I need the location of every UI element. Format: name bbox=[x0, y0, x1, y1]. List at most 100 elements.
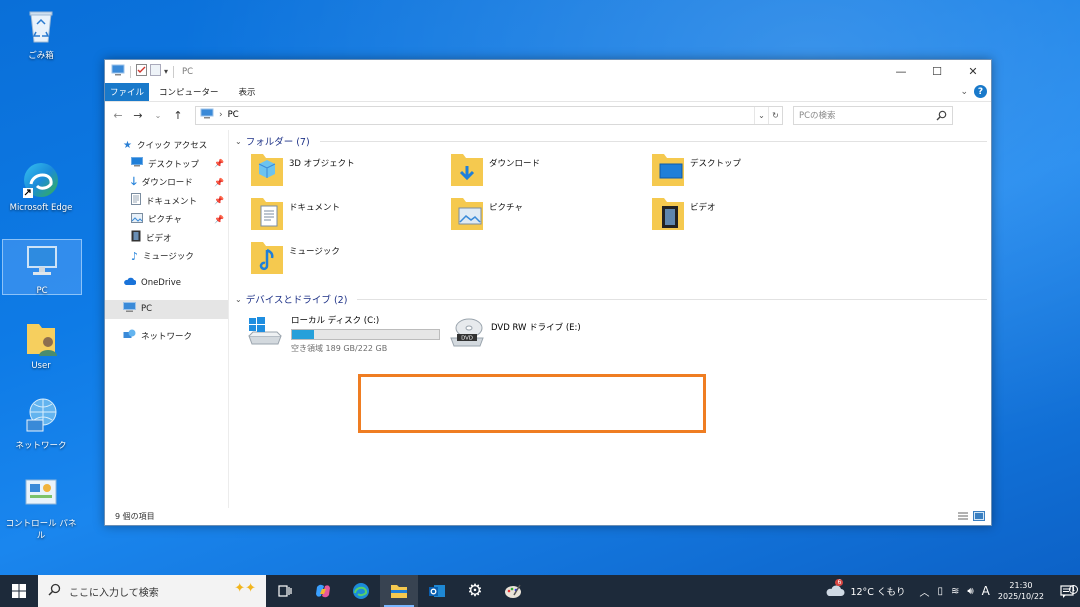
nav-downloads[interactable]: 🡓 ダウンロード 📌 bbox=[105, 173, 228, 192]
refresh-icon[interactable]: ↻ bbox=[768, 106, 782, 124]
edge-icon bbox=[21, 160, 61, 200]
folder-desktop[interactable]: デスクトップ bbox=[650, 150, 741, 188]
outlook-taskbar-button[interactable] bbox=[418, 575, 456, 607]
title-bar[interactable]: ▾ PC — ☐ ✕ bbox=[105, 60, 991, 83]
nav-pictures[interactable]: ピクチャ 📌 bbox=[105, 210, 228, 229]
drive-free-space: 空き領域 189 GB/222 GB bbox=[291, 344, 388, 353]
desktop-icon-recycle-bin[interactable]: ごみ箱 bbox=[4, 6, 78, 61]
sparkle-icon: ✦✦ bbox=[234, 581, 256, 596]
explorer-window[interactable]: ▾ PC — ☐ ✕ ファイル コンピューター 表示 ⌄ ? ← → ⌄ ↑ ›… bbox=[104, 59, 992, 526]
customize-dropdown-icon[interactable]: ▾ bbox=[164, 67, 168, 76]
folder-music[interactable]: ミュージック bbox=[249, 238, 340, 276]
drive-e[interactable]: DVD DVD RW ドライブ (E:) bbox=[449, 318, 581, 353]
notification-count: 1 bbox=[1069, 584, 1078, 594]
status-bar: 9 個の項目 bbox=[105, 508, 991, 525]
folder-3d-objects[interactable]: 3D オブジェクト bbox=[249, 150, 355, 188]
folder-downloads[interactable]: ダウンロード bbox=[449, 150, 540, 188]
drives-highlight-box bbox=[358, 374, 706, 433]
outlook-icon bbox=[429, 585, 445, 597]
clock-date: 2025/10/22 bbox=[997, 592, 1044, 601]
cloud-icon bbox=[123, 277, 137, 289]
chevron-up-icon[interactable]: ︿ bbox=[919, 584, 929, 599]
folders-group-header[interactable]: ⌄ フォルダー (7) bbox=[235, 132, 991, 150]
copilot-button[interactable] bbox=[304, 575, 342, 607]
weather-widget[interactable]: 6 12°C くもり bbox=[825, 578, 905, 600]
user-folder-icon bbox=[21, 318, 61, 358]
minimize-button[interactable]: — bbox=[883, 60, 919, 83]
maximize-button[interactable]: ☐ bbox=[919, 60, 955, 83]
clock[interactable]: 21:30 2025/10/22 bbox=[998, 580, 1044, 602]
dvd-drive-icon: DVD bbox=[449, 318, 485, 353]
nav-network[interactable]: ネットワーク bbox=[105, 327, 228, 346]
forward-arrow-icon[interactable]: → bbox=[131, 109, 145, 122]
folder-documents[interactable]: ドキュメント bbox=[249, 194, 340, 232]
close-button[interactable]: ✕ bbox=[955, 60, 991, 83]
picture-icon bbox=[131, 212, 143, 226]
document-icon bbox=[131, 193, 141, 208]
network-icon bbox=[21, 396, 61, 436]
nav-documents[interactable]: ドキュメント 📌 bbox=[105, 192, 228, 211]
search-input[interactable]: PCの検索 bbox=[793, 105, 953, 125]
properties-icon[interactable] bbox=[136, 64, 147, 79]
edge-taskbar-button[interactable] bbox=[342, 575, 380, 607]
ribbon-expand-chevron-icon[interactable]: ⌄ bbox=[960, 87, 968, 97]
tab-file[interactable]: ファイル bbox=[105, 83, 149, 101]
chevron-down-icon: ⌄ bbox=[235, 136, 242, 146]
desktop-icon-network[interactable]: ネットワーク bbox=[4, 396, 78, 451]
file-explorer-taskbar-button[interactable] bbox=[380, 575, 418, 607]
nav-videos[interactable]: ビデオ bbox=[105, 229, 228, 248]
recent-locations-chevron-icon[interactable]: ⌄ bbox=[151, 111, 165, 120]
task-view-icon bbox=[278, 585, 292, 597]
paint-taskbar-button[interactable] bbox=[494, 575, 532, 607]
nav-quick-access[interactable]: ★ クイック アクセス bbox=[105, 136, 228, 155]
new-folder-icon[interactable] bbox=[150, 64, 161, 79]
recycle-bin-icon bbox=[21, 6, 61, 46]
nav-pc[interactable]: PC bbox=[105, 300, 228, 319]
gear-icon: ⚙ bbox=[467, 581, 483, 601]
start-button[interactable] bbox=[0, 575, 38, 607]
desktop-icon-edge[interactable]: Microsoft Edge bbox=[4, 160, 78, 213]
search-placeholder: PCの検索 bbox=[799, 111, 836, 121]
navigation-pane: ★ クイック アクセス デスクトップ 📌 🡓 ダウンロード 📌 ドキュメント 📌 bbox=[105, 130, 229, 508]
nav-label: デスクトップ bbox=[148, 159, 200, 170]
network-icon bbox=[123, 329, 136, 343]
tab-computer[interactable]: コンピューター bbox=[149, 83, 229, 101]
drive-c[interactable]: ローカル ディスク (C:) 空き領域 189 GB/222 GB bbox=[245, 314, 440, 354]
desktop-icon-pc[interactable]: PC bbox=[2, 239, 82, 296]
volume-icon[interactable]: 🔊︎ bbox=[967, 586, 973, 597]
up-arrow-icon[interactable]: ↑ bbox=[171, 109, 185, 122]
tab-view[interactable]: 表示 bbox=[229, 83, 266, 101]
group-title: デバイスとドライブ (2) bbox=[245, 295, 348, 306]
address-bar[interactable]: › PC ⌄ ↻ bbox=[195, 105, 783, 125]
desktop-icon-user[interactable]: User bbox=[4, 318, 78, 371]
nav-label: ドキュメント bbox=[146, 196, 198, 207]
task-view-button[interactable] bbox=[266, 575, 304, 607]
pin-icon: 📌 bbox=[214, 177, 224, 187]
breadcrumb-pc[interactable]: PC bbox=[228, 110, 239, 120]
folder-pictures[interactable]: ピクチャ bbox=[449, 194, 523, 232]
settings-taskbar-button[interactable]: ⚙ bbox=[456, 575, 494, 607]
nav-onedrive[interactable]: OneDrive bbox=[105, 274, 228, 293]
drives-group-header[interactable]: ⌄ デバイスとドライブ (2) bbox=[235, 290, 991, 308]
desktop-icon-control-panel[interactable]: コントロール パネル bbox=[4, 474, 78, 541]
help-icon[interactable]: ? bbox=[974, 85, 987, 98]
large-icons-view-icon[interactable] bbox=[973, 511, 985, 523]
back-arrow-icon[interactable]: ← bbox=[111, 109, 125, 122]
taskbar-search-input[interactable]: ここに入力して検索 ✦✦ bbox=[38, 575, 266, 607]
nav-music[interactable]: ♪ ミュージック bbox=[105, 247, 228, 266]
nav-label: ダウンロード bbox=[141, 178, 193, 189]
wifi-icon[interactable]: ≋ bbox=[951, 586, 959, 597]
details-view-icon[interactable] bbox=[957, 511, 969, 523]
desktop-icon-label: コントロール パネル bbox=[5, 519, 77, 541]
battery-icon[interactable]: ▯ bbox=[937, 586, 943, 597]
nav-desktop[interactable]: デスクトップ 📌 bbox=[105, 155, 228, 174]
folder-videos[interactable]: ビデオ bbox=[650, 194, 716, 232]
copilot-icon bbox=[316, 584, 330, 598]
ime-mode[interactable]: A bbox=[982, 584, 990, 598]
control-panel-icon bbox=[21, 474, 61, 514]
chevron-down-icon: ⌄ bbox=[235, 294, 242, 304]
address-dropdown-icon[interactable]: ⌄ bbox=[754, 106, 768, 124]
notification-center-button[interactable]: 1 bbox=[1054, 584, 1080, 598]
drives-grid: ローカル ディスク (C:) 空き領域 189 GB/222 GB DVD DV… bbox=[235, 308, 991, 370]
desktop-folder-icon bbox=[131, 157, 143, 170]
